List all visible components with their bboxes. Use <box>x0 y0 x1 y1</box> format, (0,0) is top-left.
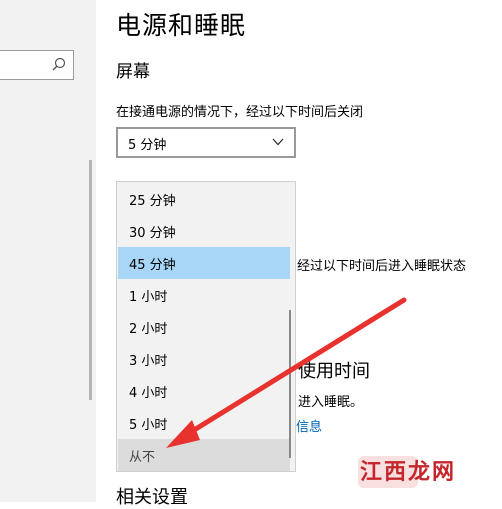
more-info-link[interactable]: 信息 <box>296 416 322 435</box>
dropdown-option-4-hours[interactable]: 4 小时 <box>118 375 290 407</box>
page-title: 电源和睡眠 <box>116 11 247 40</box>
screen-section-title: 屏幕 <box>116 62 150 82</box>
sleep-timeout-label: 经过以下时间后进入睡眠状态 <box>297 259 467 274</box>
sidebar-scrollbar[interactable] <box>89 160 92 400</box>
screen-timeout-label: 在接通电源的情况下，经过以下时间后关闭 <box>116 105 364 120</box>
dropdown-option-2-hours[interactable]: 2 小时 <box>118 311 290 343</box>
usage-description: 进入睡眠。 <box>298 395 364 410</box>
screen-timeout-select[interactable]: 5 分钟 <box>116 127 296 158</box>
chevron-down-icon <box>272 138 284 146</box>
search-input[interactable] <box>0 50 74 80</box>
dropdown-option-1-hour[interactable]: 1 小时 <box>118 279 290 311</box>
screen-timeout-value: 5 分钟 <box>128 138 167 153</box>
usage-section-title: 使用时间 <box>298 361 370 382</box>
dropdown-scrollbar[interactable] <box>289 310 291 458</box>
dropdown-option-25-min[interactable]: 25 分钟 <box>118 183 290 215</box>
timeout-dropdown-list: 25 分钟 30 分钟 45 分钟 1 小时 2 小时 3 小时 4 小时 5 … <box>116 181 296 472</box>
dropdown-option-45-min[interactable]: 45 分钟 <box>118 247 290 279</box>
related-settings-title: 相关设置 <box>116 487 188 508</box>
sidebar <box>0 0 96 502</box>
dropdown-option-never[interactable]: 从不 <box>118 439 290 471</box>
site-watermark: 江西龙网 <box>358 454 468 488</box>
dropdown-option-5-hours[interactable]: 5 小时 <box>118 407 290 439</box>
dropdown-option-30-min[interactable]: 30 分钟 <box>118 215 290 247</box>
dropdown-option-3-hours[interactable]: 3 小时 <box>118 343 290 375</box>
search-icon[interactable] <box>51 57 67 73</box>
